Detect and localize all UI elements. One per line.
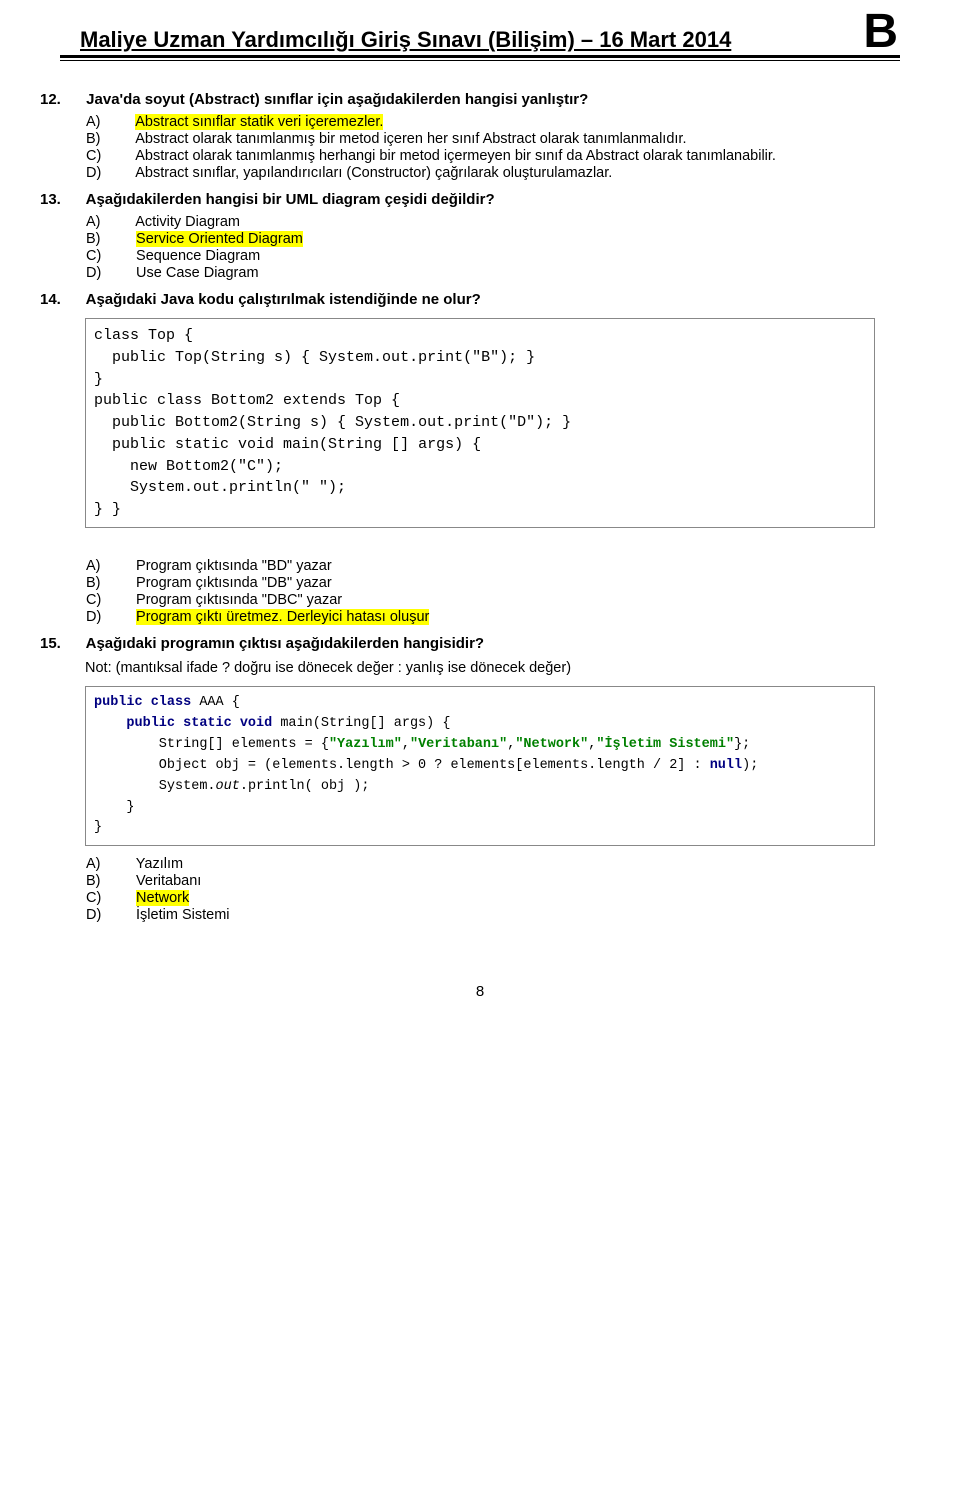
booklet-letter: B xyxy=(863,10,900,53)
q15-code-block: public class AAA { public static void ma… xyxy=(85,686,875,846)
q15-option-b: B) Veritabanı xyxy=(110,873,900,889)
page-container: Maliye Uzman Yardımcılığı Giriş Sınavı (… xyxy=(30,0,930,1030)
q15-option-d: D) İşletim Sistemi xyxy=(110,907,900,923)
question-15-options: A) Yazılım B) Veritabanı C) Network D) İ… xyxy=(110,856,900,923)
q13-option-d: D) Use Case Diagram xyxy=(110,265,900,281)
q12-option-a: A) Abstract sınıflar statik veri içereme… xyxy=(110,114,900,130)
q12-option-c: C) Abstract olarak tanımlanmış herhangi … xyxy=(110,148,900,164)
question-14: 14. Aşağıdaki Java kodu çalıştırılmak is… xyxy=(60,291,900,625)
q15-option-a: A) Yazılım xyxy=(110,856,900,872)
q15-option-c: C) Network xyxy=(110,890,900,906)
question-14-options: A) Program çıktısında "BD" yazar B) Prog… xyxy=(110,558,900,625)
question-13: 13. Aşağıdakilerden hangisi bir UML diag… xyxy=(60,191,900,281)
q14-code-block: class Top { public Top(String s) { Syste… xyxy=(85,318,875,528)
q14-option-d: D) Program çıktı üretmez. Derleyici hata… xyxy=(110,609,900,625)
page-header: Maliye Uzman Yardımcılığı Giriş Sınavı (… xyxy=(60,10,900,58)
question-12-head: 12. Java'da soyut (Abstract) sınıflar iç… xyxy=(60,91,900,108)
header-divider xyxy=(60,60,900,61)
question-12-options: A) Abstract sınıflar statik veri içereme… xyxy=(110,114,900,181)
q12-option-b: B) Abstract olarak tanımlanmış bir metod… xyxy=(110,131,900,147)
question-13-head: 13. Aşağıdakilerden hangisi bir UML diag… xyxy=(60,191,900,208)
q15-code: public class AAA { public static void ma… xyxy=(86,687,874,845)
question-13-options: A) Activity Diagram B) Service Oriented … xyxy=(110,214,900,281)
q13-option-b: B) Service Oriented Diagram xyxy=(110,231,900,247)
q14-option-b: B) Program çıktısında "DB" yazar xyxy=(110,575,900,591)
q13-option-c: C) Sequence Diagram xyxy=(110,248,900,264)
q14-code: class Top { public Top(String s) { Syste… xyxy=(86,319,874,527)
page-number: 8 xyxy=(60,983,900,1000)
q14-option-c: C) Program çıktısında "DBC" yazar xyxy=(110,592,900,608)
exam-title: Maliye Uzman Yardımcılığı Giriş Sınavı (… xyxy=(60,27,863,53)
question-12: 12. Java'da soyut (Abstract) sınıflar iç… xyxy=(60,91,900,181)
q15-note: Not: (mantıksal ifade ? doğru ise dönece… xyxy=(85,660,900,676)
q12-option-d: D) Abstract sınıflar, yapılandırıcıları … xyxy=(110,165,900,181)
q13-option-a: A) Activity Diagram xyxy=(110,214,900,230)
q14-option-a: A) Program çıktısında "BD" yazar xyxy=(110,558,900,574)
question-14-head: 14. Aşağıdaki Java kodu çalıştırılmak is… xyxy=(60,291,900,308)
question-15: 15. Aşağıdaki programın çıktısı aşağıdak… xyxy=(60,635,900,923)
question-15-head: 15. Aşağıdaki programın çıktısı aşağıdak… xyxy=(60,635,900,652)
